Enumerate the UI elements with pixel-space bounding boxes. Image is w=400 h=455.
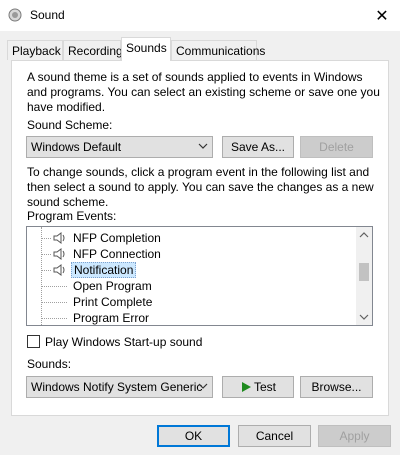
event-label: Print Complete [73,295,153,309]
startup-sound-label[interactable]: Play Windows Start-up sound [45,334,202,350]
list-item-selected[interactable]: Notification [27,262,357,278]
intro-line-1: A sound theme is a set of sounds applied… [27,70,363,84]
startup-sound-checkbox[interactable] [27,335,40,348]
vertical-scrollbar[interactable] [356,227,372,325]
tab-recording[interactable]: Recording [63,40,123,60]
event-label: Open Program [73,279,152,293]
test-button[interactable]: Test [222,376,294,398]
event-label: NFP Completion [73,231,161,245]
title-bar: Sound ✕ [0,0,400,31]
program-events-label: Program Events: [27,209,117,223]
instructions-line-2: then select a sound to apply. You can sa… [27,180,374,194]
tree-branch [41,286,67,287]
tab-communications[interactable]: Communications [171,40,265,60]
sounds-label: Sounds: [27,357,72,371]
chevron-down-icon [198,143,208,149]
speaker-icon [53,264,65,276]
scroll-down-icon[interactable] [359,313,369,321]
speaker-icon [53,232,65,244]
list-item[interactable]: NFP Connection [27,246,357,262]
ok-button[interactable]: OK [157,425,230,447]
sound-scheme-label: Sound Scheme: [27,118,113,132]
list-item[interactable]: Open Program [27,278,357,294]
tree-branch [41,254,51,255]
program-events-list[interactable]: NFP Completion NFP Connection Notificati… [26,226,373,326]
intro-line-3: have modified. [27,100,106,114]
list-item[interactable]: NFP Completion [27,230,357,246]
speaker-icon [53,248,65,260]
browse-button[interactable]: Browse... [300,376,373,398]
intro-line-2: and programs. You can select an existing… [27,85,380,99]
window-title: Sound [30,8,65,22]
tree-branch [41,238,51,239]
close-icon[interactable]: ✕ [364,0,400,31]
speaker-app-icon [8,8,22,22]
instructions-line-1: To change sounds, click a program event … [27,165,370,179]
sound-scheme-select[interactable]: Windows Default [26,136,213,158]
list-item[interactable]: Print Complete [27,294,357,310]
scrollbar-thumb[interactable] [359,263,369,281]
event-label: Notification [71,262,137,278]
tree-branch [41,318,67,319]
tree-branch [41,270,51,271]
tab-sounds[interactable]: Sounds [121,37,171,61]
tree-branch [41,302,67,303]
event-label: Program Error [73,311,150,325]
chevron-down-icon [198,383,208,389]
apply-button[interactable]: Apply [318,425,391,447]
cancel-button[interactable]: Cancel [238,425,311,447]
save-as-button[interactable]: Save As... [222,136,294,158]
tab-playback[interactable]: Playback [7,40,63,60]
event-label: NFP Connection [73,247,161,261]
sounds-select[interactable]: Windows Notify System Generic [26,376,213,398]
play-icon [241,382,251,392]
list-item[interactable]: Program Error [27,310,357,325]
scroll-up-icon[interactable] [359,231,369,239]
delete-button[interactable]: Delete [300,136,373,158]
